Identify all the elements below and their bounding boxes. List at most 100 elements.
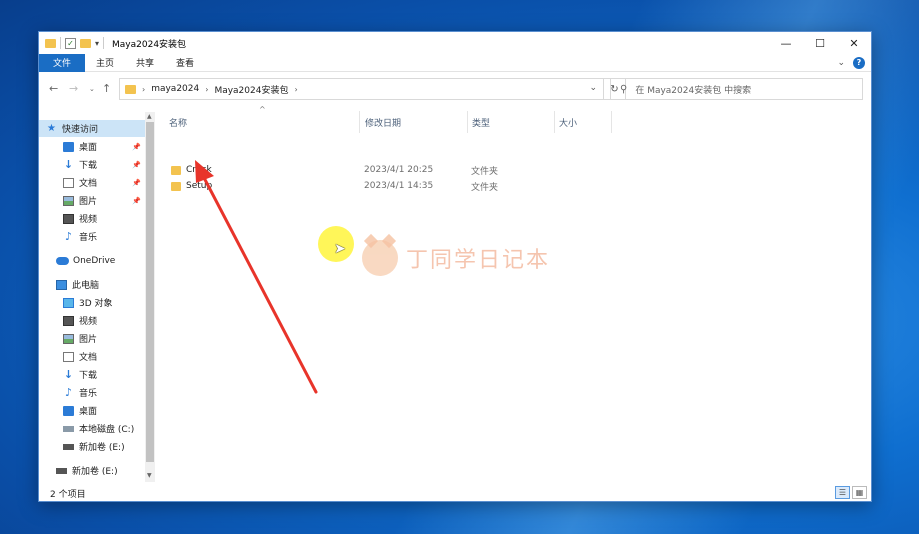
nav-quick-access[interactable]: ★ 快速访问	[39, 120, 145, 137]
address-bar[interactable]: › maya2024 › Maya2024安装包 › ⌄	[119, 78, 604, 100]
tab-view[interactable]: 查看	[165, 54, 205, 72]
video-icon	[63, 315, 74, 326]
nav-item-pictures[interactable]: 图片 📌	[39, 192, 145, 209]
nav-label: OneDrive	[73, 255, 116, 266]
nav-this-pc[interactable]: 此电脑	[39, 276, 145, 293]
nav-item-desktop[interactable]: 桌面 📌	[39, 138, 145, 155]
nav-label: 图片	[79, 197, 98, 207]
column-header-size[interactable]: 大小	[555, 113, 611, 131]
nav-label: 视频	[79, 317, 98, 327]
search-placeholder: 在 Maya2024安装包 中搜索	[635, 85, 752, 96]
mouse-pointer-icon: ➤	[334, 241, 346, 257]
title-bar: ✓ ▾ Maya2024安装包 — ☐ ✕	[39, 32, 871, 54]
up-arrow-icon[interactable]: ↑	[102, 82, 111, 95]
drive-icon	[56, 467, 67, 474]
nav-item-downloads[interactable]: ↓ 下载 📌	[39, 156, 145, 173]
nav-scrollbar[interactable]: ▲ ▼	[145, 112, 155, 482]
picture-icon	[63, 195, 74, 206]
details-view-icon[interactable]: ☰	[835, 486, 850, 499]
back-arrow-icon[interactable]: ←	[49, 82, 58, 95]
properties-icon[interactable]: ✓	[65, 37, 76, 49]
close-button[interactable]: ✕	[837, 32, 871, 54]
folder-icon	[171, 181, 181, 191]
column-header-type[interactable]: 类型	[468, 113, 554, 131]
column-divider[interactable]	[611, 111, 612, 133]
tab-share[interactable]: 共享	[125, 54, 165, 72]
scroll-up-arrow-icon[interactable]: ▲	[147, 113, 152, 120]
nav-label: 音乐	[79, 389, 98, 399]
nav-label: 新加卷 (E:)	[72, 467, 118, 477]
breadcrumb-maya2024[interactable]: maya2024	[151, 84, 199, 94]
scroll-down-arrow-icon[interactable]: ▼	[147, 472, 152, 479]
column-header-name[interactable]: 名称	[165, 113, 361, 131]
forward-arrow-icon[interactable]: →	[69, 82, 78, 95]
divider	[60, 37, 61, 49]
nav-label: 3D 对象	[79, 299, 113, 309]
download-arrow-icon: ↓	[63, 368, 74, 381]
file-list: ^ 名称 修改日期 类型 大小 Crack 2023/4/1 20:25 文件夹…	[161, 105, 861, 480]
nav-label: 新加卷 (E:)	[79, 443, 125, 453]
tab-file[interactable]: 文件	[39, 53, 86, 72]
search-icon: ⚲	[620, 83, 628, 95]
nav-label: 桌面	[79, 143, 98, 153]
cloud-icon	[56, 256, 69, 265]
maximize-button[interactable]: ☐	[803, 32, 837, 54]
nav-label: 文档	[79, 353, 98, 363]
navigation-row: ← → ⌄ ↑ › maya2024 › Maya2024安装包 › ⌄ ↻ ⚲…	[39, 74, 871, 104]
large-icons-view-icon[interactable]: ▦	[852, 486, 867, 499]
nav-volume-e[interactable]: 新加卷 (E:)	[39, 462, 145, 479]
navigation-pane: ★ 快速访问 桌面 📌 ↓ 下载 📌 文档 📌 图片 📌 视频 ♪ 音乐 One…	[39, 112, 155, 482]
status-bar: 2 个项目 ☰ ▦	[39, 483, 871, 503]
nav-item-music[interactable]: ♪ 音乐	[39, 228, 145, 245]
shiba-dog-logo-icon	[362, 233, 398, 276]
nav-label: 下载	[79, 371, 98, 381]
file-name: Setup	[186, 181, 213, 191]
nav-item-music[interactable]: ♪ 音乐	[39, 384, 145, 401]
cube-icon	[63, 297, 74, 308]
nav-item-local-disk-c[interactable]: 本地磁盘 (C:)	[39, 420, 145, 437]
file-type: 文件夹	[471, 182, 499, 193]
picture-icon	[63, 333, 74, 344]
column-header-date[interactable]: 修改日期	[361, 113, 467, 131]
nav-item-pictures[interactable]: 图片	[39, 330, 145, 347]
nav-label: 音乐	[79, 233, 98, 243]
address-history-dropdown-icon[interactable]: ⌄	[589, 83, 597, 93]
download-arrow-icon: ↓	[63, 158, 74, 171]
desktop-icon	[63, 141, 74, 152]
nav-item-documents[interactable]: 文档	[39, 348, 145, 365]
tab-home[interactable]: 主页	[85, 54, 125, 72]
nav-item-3d-objects[interactable]: 3D 对象	[39, 294, 145, 311]
folder-icon	[171, 165, 181, 175]
desktop-icon	[63, 405, 74, 416]
pin-icon: 📌	[132, 160, 141, 169]
scroll-thumb[interactable]	[146, 122, 154, 462]
column-divider[interactable]	[359, 111, 360, 133]
nav-item-videos[interactable]: 视频	[39, 312, 145, 329]
minimize-button[interactable]: —	[769, 32, 803, 54]
nav-item-documents[interactable]: 文档 📌	[39, 174, 145, 191]
nav-label: 下载	[79, 161, 98, 171]
drive-icon	[63, 443, 74, 450]
breadcrumb-separator-icon[interactable]: ›	[142, 85, 145, 94]
new-folder-icon[interactable]	[80, 38, 91, 48]
nav-onedrive[interactable]: OneDrive	[39, 252, 145, 269]
nav-item-volume-e[interactable]: 新加卷 (E:)	[39, 438, 145, 455]
help-icon[interactable]: ?	[853, 57, 865, 69]
search-field[interactable]: ⚲ 在 Maya2024安装包 中搜索	[610, 78, 863, 100]
recent-locations-chevron-icon[interactable]: ⌄	[89, 85, 95, 93]
breadcrumb-maya2024-package[interactable]: Maya2024安装包	[214, 83, 288, 96]
expand-ribbon-chevron-icon[interactable]: ⌄	[837, 58, 845, 68]
folder-icon	[125, 84, 136, 94]
breadcrumb-separator-icon[interactable]: ›	[205, 85, 208, 94]
file-row[interactable]: Crack 2023/4/1 20:25 文件夹	[165, 162, 605, 178]
customize-toolbar-dropdown-icon[interactable]: ▾	[95, 39, 99, 48]
view-toggle: ☰ ▦	[835, 486, 867, 499]
nav-item-videos[interactable]: 视频	[39, 210, 145, 227]
file-type: 文件夹	[471, 166, 499, 177]
nav-item-downloads[interactable]: ↓ 下载	[39, 366, 145, 383]
divider	[103, 37, 105, 49]
pin-icon: 📌	[132, 142, 141, 151]
nav-item-desktop[interactable]: 桌面	[39, 402, 145, 419]
file-row[interactable]: Setup 2023/4/1 14:35 文件夹	[165, 178, 605, 194]
breadcrumb-separator-icon[interactable]: ›	[294, 85, 297, 94]
